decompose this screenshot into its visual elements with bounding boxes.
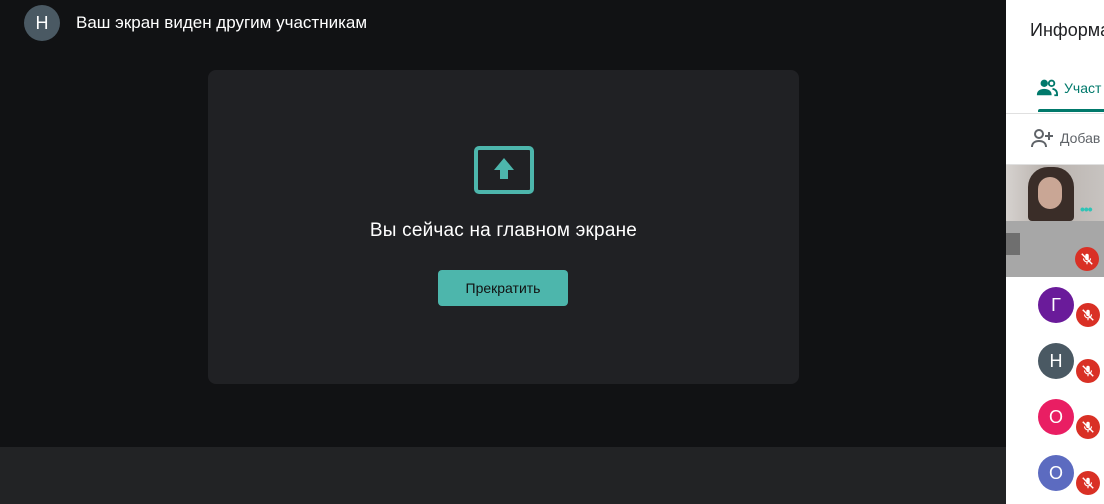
tab-participants[interactable]: Участ xyxy=(1036,76,1101,112)
add-person-icon xyxy=(1031,129,1053,148)
participant-avatar: О xyxy=(1038,455,1074,491)
present-to-all-icon xyxy=(474,146,534,194)
mic-off-icon xyxy=(1076,415,1100,439)
presenting-card-title: Вы сейчас на главном экране xyxy=(369,220,638,241)
participant-avatar: О xyxy=(1038,399,1074,435)
participant-avatar: Н xyxy=(1038,343,1074,379)
active-tab-indicator xyxy=(1038,109,1104,112)
participant-video-tile[interactable]: ••• xyxy=(1006,165,1104,277)
stop-presenting-button[interactable]: Прекратить xyxy=(438,270,568,306)
presenting-status-text: Ваш экран виден другим участникам xyxy=(76,13,368,32)
more-options-icon[interactable]: ••• xyxy=(1080,201,1093,217)
people-icon xyxy=(1036,79,1058,97)
bottom-toolbar xyxy=(0,447,1006,504)
divider xyxy=(1006,113,1104,114)
presenter-bar: Н Ваш экран виден другим участникам xyxy=(24,5,367,41)
add-participants-label: Добав xyxy=(1060,130,1101,146)
mic-off-icon xyxy=(1076,359,1100,383)
mic-off-icon xyxy=(1075,247,1099,271)
mic-off-icon xyxy=(1076,471,1100,495)
presenter-avatar: Н xyxy=(24,5,60,41)
add-participants-button[interactable]: Добав xyxy=(1030,128,1100,148)
side-panel-title: Информа xyxy=(1030,20,1104,40)
side-panel: Информа Участ Добав ••• Г Н О О xyxy=(1006,0,1104,504)
participant-avatar: Г xyxy=(1038,287,1074,323)
mic-off-icon xyxy=(1076,303,1100,327)
presenting-card: Вы сейчас на главном экране Прекратить xyxy=(208,70,799,384)
meeting-stage: Н Ваш экран виден другим участникам Вы с… xyxy=(0,0,1006,504)
tab-participants-label: Участ xyxy=(1064,80,1102,96)
